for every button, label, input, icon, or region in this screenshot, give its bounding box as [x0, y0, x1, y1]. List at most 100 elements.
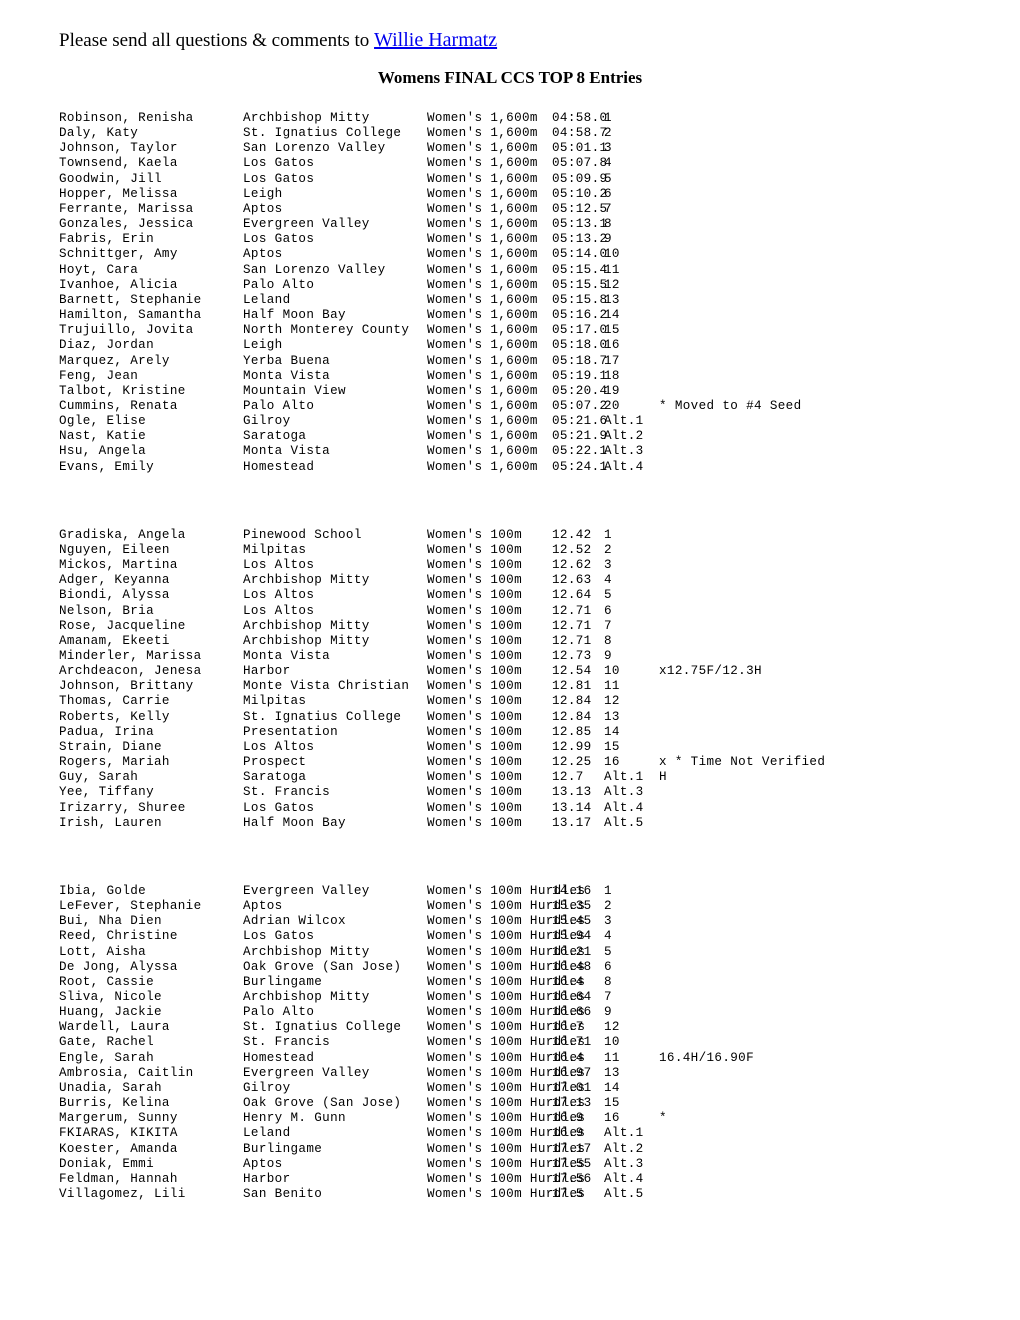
school-name: Aptos — [243, 899, 283, 914]
school-name: Los Gatos — [243, 171, 315, 186]
entry-row: Ibia, Golde Evergreen Valley Women's 100m … — [59, 884, 825, 899]
seed-place: 2 — [604, 899, 612, 914]
event-name: Women's 100m — [427, 603, 523, 618]
school-name: Los Gatos — [243, 929, 315, 944]
school-name: Half Moon Bay — [243, 308, 346, 323]
school-name: Palo Alto — [243, 277, 315, 292]
seed-place: 7 — [604, 201, 612, 216]
entry-mark: 17.5 — [552, 1187, 584, 1201]
school-name: Leland — [243, 292, 291, 307]
entry-mark: 12.99 — [552, 739, 592, 754]
entry-mark: 12.62 — [552, 558, 592, 573]
seed-place: Alt.4 — [604, 1171, 644, 1186]
event-name: Women's 100m Hurdles — [427, 1050, 586, 1065]
school-name: Homestead — [243, 1050, 315, 1065]
athlete-name: Hoyt, Cara — [59, 262, 139, 277]
athlete-name: Strain, Diane — [59, 739, 162, 754]
seed-place: Alt.1 — [604, 770, 644, 785]
athlete-name: Diaz, Jordan — [59, 338, 155, 353]
school-name: St. Ignatius College — [243, 1020, 402, 1035]
athlete-name: Hsu, Angela — [59, 444, 147, 459]
seed-place: 13 — [604, 292, 620, 307]
school-name: Prospect — [243, 755, 307, 770]
athlete-name: Engle, Sarah — [59, 1050, 155, 1065]
entry-row: Margerum, Sunny Henry M. Gunn Women's 100m… — [59, 1111, 825, 1126]
event-name: Women's 1,600m — [427, 247, 538, 262]
athlete-name: Ambrosia, Caitlin — [59, 1065, 194, 1080]
seed-place: 2 — [604, 126, 612, 141]
athlete-name: Rogers, Mariah — [59, 755, 170, 770]
entry-row: Trujuillo, Jovita North Monterey County Wo… — [59, 323, 825, 338]
event-name: Women's 1,600m — [427, 444, 538, 459]
entry-row: Diaz, Jordan Leigh Women's 1,600m 05:18.016 — [59, 338, 825, 353]
event-name: Women's 1,600m — [427, 232, 538, 247]
event-name: Women's 100m Hurdles — [427, 959, 586, 974]
school-name: Gilroy — [243, 1080, 291, 1095]
entry-mark: 15.94 — [552, 929, 592, 944]
seed-place: 11 — [604, 1050, 620, 1065]
entry-mark: 17.55 — [552, 1156, 592, 1171]
event-name: Women's 100m — [427, 770, 523, 785]
entry-mark: 05:09.9 — [552, 171, 608, 186]
entry-row: LeFever, Stephanie Aptos Women's 100m Hurd… — [59, 899, 825, 914]
seed-place: 14 — [604, 1080, 620, 1095]
entry-mark: 16.4 — [552, 1050, 584, 1065]
athlete-name: Trujuillo, Jovita — [59, 323, 194, 338]
entry-row: Mickos, Martina Los Altos Women's 100m 12.6… — [59, 558, 825, 573]
school-name: Evergreen Valley — [243, 217, 370, 232]
seed-place: 8 — [604, 633, 612, 648]
seed-place: 10 — [604, 664, 620, 679]
athlete-name: Villagomez, Lili — [59, 1187, 186, 1201]
entry-mark: 05:10.2 — [552, 186, 608, 201]
athlete-name: Talbot, Kristine — [59, 383, 186, 398]
event-name: Women's 1,600m — [427, 429, 538, 444]
school-name: St. Ignatius College — [243, 126, 402, 141]
athlete-name: Doniak, Emmi — [59, 1156, 155, 1171]
athlete-name: Hopper, Melissa — [59, 186, 178, 201]
school-name: Leigh — [243, 186, 283, 201]
athlete-name: Adger, Keyanna — [59, 573, 170, 588]
seed-place: Alt.5 — [604, 1187, 644, 1201]
entry-row: Bui, Nha Dien Adrian Wilcox Women's 100m H… — [59, 914, 825, 929]
event-name: Women's 1,600m — [427, 323, 538, 338]
event-name: Women's 100m Hurdles — [427, 899, 586, 914]
school-name: Leland — [243, 1126, 291, 1141]
athlete-name: Archdeacon, Jenesa — [59, 664, 202, 679]
entry-mark: 16.71 — [552, 1035, 592, 1050]
event-name: Women's 1,600m — [427, 414, 538, 429]
entry-note: * — [659, 1111, 667, 1126]
event-name: Women's 100m — [427, 694, 523, 709]
entry-row: Goodwin, Jill Los Gatos Women's 1,600m 05:0… — [59, 172, 825, 187]
seed-place: 7 — [604, 989, 612, 1004]
athlete-name: Ibia, Golde — [59, 883, 147, 898]
event-name: Women's 100m Hurdles — [427, 883, 586, 898]
entry-row: Feng, Jean Monta Vista Women's 1,600m 05:19… — [59, 369, 825, 384]
page-title: Womens FINAL CCS TOP 8 Entries — [377, 68, 643, 87]
athlete-name: Irizarry, Shuree — [59, 800, 186, 815]
event-name: Women's 100m Hurdles — [427, 1020, 586, 1035]
school-name: Archbishop Mitty — [243, 944, 370, 959]
entry-row: Gradiska, Angela Pinewood School Women's 1… — [59, 528, 825, 543]
seed-place: 16 — [604, 755, 620, 770]
entry-mark: 16.21 — [552, 944, 592, 959]
event-name: Women's 100m — [427, 527, 523, 542]
school-name: North Monterey County — [243, 323, 410, 338]
entry-row: Talbot, Kristine Mountain View Women's 1,6… — [59, 384, 825, 399]
athlete-name: Hamilton, Samantha — [59, 308, 202, 323]
seed-place: 6 — [604, 603, 612, 618]
entry-row: Amanam, Ekeeti Archbishop Mitty Women's 10… — [59, 634, 825, 649]
entry-mark: 13.17 — [552, 815, 592, 830]
school-name: St. Francis — [243, 785, 331, 800]
athlete-name: Minderler, Marissa — [59, 649, 202, 663]
entry-mark: 05:13.1 — [552, 217, 608, 232]
contact-email-link[interactable]: Willie Harmatz — [374, 29, 497, 51]
entry-note: H — [659, 770, 667, 785]
seed-place: 3 — [604, 914, 612, 929]
entry-mark: 12.71 — [552, 618, 592, 633]
seed-place: 10 — [604, 1035, 620, 1050]
athlete-name: Koester, Amanda — [59, 1141, 178, 1156]
school-name: Evergreen Valley — [243, 883, 370, 898]
entry-mark: 13.14 — [552, 800, 592, 815]
entry-row: Yee, Tiffany St. Francis Women's 100m 13.13… — [59, 785, 825, 800]
entry-row: Johnson, Brittany Monte Vista Christian Wo… — [59, 679, 825, 694]
